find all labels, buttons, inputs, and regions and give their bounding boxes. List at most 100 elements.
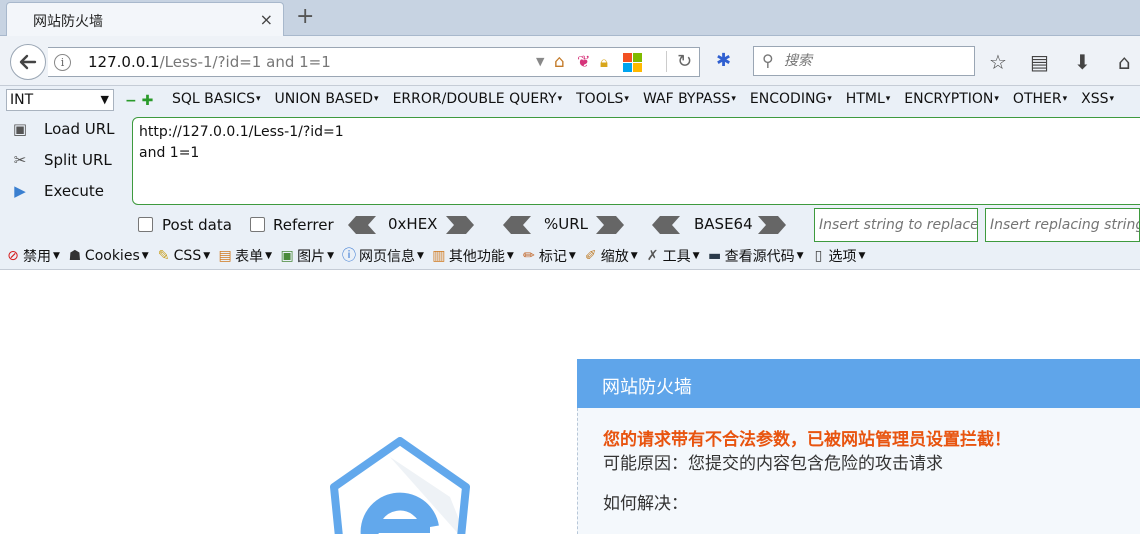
menu-error-double-query[interactable]: ERROR/DOUBLE QUERY bbox=[393, 91, 563, 107]
post-data-label: Post data bbox=[162, 216, 232, 234]
chevron-down-icon: ▼ bbox=[568, 250, 576, 261]
info-icon: ⓘ bbox=[341, 247, 356, 264]
puzzle-icon[interactable]: ✱ bbox=[716, 50, 731, 71]
chevron-down-icon: ▼ bbox=[53, 250, 60, 261]
tab-firewall[interactable]: 网站防火墙 × bbox=[6, 2, 284, 36]
chevron-down-icon: ▼ bbox=[630, 250, 638, 261]
chevron-down-icon: ▼ bbox=[327, 250, 334, 261]
dev-images-label: 图片 bbox=[297, 248, 326, 265]
close-icon[interactable]: × bbox=[260, 10, 273, 29]
url-text[interactable]: 127.0.0.1/Less-1/?id=1 and 1=1 bbox=[88, 53, 331, 71]
execute-label: Execute bbox=[44, 182, 104, 200]
dev-outline-menu[interactable]: ✏ 标记 ▼ bbox=[520, 246, 576, 266]
firewall-shield-icon bbox=[330, 437, 470, 534]
firewall-how-to-fix: 如何解决： bbox=[603, 494, 688, 514]
menu-encryption[interactable]: ENCRYPTION bbox=[904, 91, 999, 107]
wand-icon: ✎ bbox=[157, 247, 170, 264]
dev-tools-label: 工具 bbox=[662, 248, 691, 265]
dev-outline-label: 标记 bbox=[538, 248, 567, 265]
search-box[interactable]: ⚲ bbox=[753, 46, 975, 76]
replacing-string-input[interactable] bbox=[985, 208, 1140, 242]
url-encode-label: %URL bbox=[544, 215, 589, 233]
hex-decode-arrow-icon[interactable] bbox=[348, 216, 376, 234]
url-host: 127.0.0.1 bbox=[88, 53, 160, 71]
chevron-down-icon: ▼ bbox=[265, 250, 273, 261]
options-icon: ▯ bbox=[814, 247, 823, 264]
injection-type-select[interactable]: INT ▼ bbox=[6, 89, 114, 111]
info-icon[interactable]: i bbox=[54, 54, 71, 71]
clipboard-icon: ▤ bbox=[218, 247, 232, 264]
tab-title: 网站防火墙 bbox=[33, 14, 103, 30]
reading-list-icon[interactable]: ▤ bbox=[1030, 50, 1049, 74]
dev-page-info-label: 网页信息 bbox=[358, 248, 415, 265]
dev-options-menu[interactable]: ▯ 选项 ▼ bbox=[810, 246, 866, 266]
scissors-icon: ✂ bbox=[13, 151, 27, 169]
lock-icon[interactable]: 🔒︎ bbox=[600, 52, 620, 72]
pencil-icon: ✏ bbox=[522, 247, 535, 264]
base64-decode-arrow-icon[interactable] bbox=[652, 216, 680, 234]
menu-encoding[interactable]: ENCODING bbox=[750, 91, 832, 107]
box-icon: ▥ bbox=[432, 247, 446, 264]
navigation-bar: i 127.0.0.1/Less-1/?id=1 and 1=1 ▼ ⌂ ❦ 🔒… bbox=[0, 36, 1140, 86]
url-decode-arrow-icon[interactable] bbox=[503, 216, 531, 234]
ruler-icon: ✐ bbox=[584, 247, 597, 264]
download-icon[interactable]: ⬇ bbox=[1074, 50, 1091, 74]
base64-encode-arrow-icon[interactable] bbox=[758, 216, 786, 234]
disable-icon: ⊘ bbox=[7, 247, 19, 264]
back-button[interactable] bbox=[10, 44, 46, 80]
dev-misc-label: 其他功能 bbox=[448, 248, 505, 265]
post-data-checkbox[interactable] bbox=[138, 217, 153, 232]
chevron-down-icon: ▼ bbox=[858, 250, 866, 261]
search-input[interactable] bbox=[784, 51, 969, 71]
history-dropdown-icon[interactable]: ▼ bbox=[536, 55, 544, 68]
home-icon[interactable]: ⌂ bbox=[554, 52, 574, 72]
chevron-down-icon: ▼ bbox=[416, 250, 424, 261]
url-encode-arrow-icon[interactable] bbox=[596, 216, 624, 234]
menu-other[interactable]: OTHER bbox=[1013, 91, 1067, 107]
new-tab-button[interactable]: + bbox=[296, 4, 314, 29]
firewall-reason: 可能原因：您提交的内容包含危险的攻击请求 bbox=[603, 454, 943, 474]
dev-images-menu[interactable]: ▣ 图片 ▼ bbox=[278, 246, 334, 266]
dev-misc-menu[interactable]: ▥ 其他功能 ▼ bbox=[430, 246, 514, 266]
lips-icon[interactable]: ❦ bbox=[577, 52, 597, 72]
address-bar[interactable]: i 127.0.0.1/Less-1/?id=1 and 1=1 ▼ ⌂ ❦ 🔒… bbox=[48, 47, 700, 77]
home-button-icon[interactable]: ⌂ bbox=[1118, 50, 1131, 74]
chevron-down-icon: ▼ bbox=[141, 250, 149, 261]
decrease-increase-icon[interactable]: − ✚ bbox=[125, 93, 153, 109]
dev-cookies-menu[interactable]: ☗ Cookies ▼ bbox=[66, 247, 149, 265]
search-icon: ⚲ bbox=[762, 51, 774, 70]
dev-disable-menu[interactable]: ⊘ 禁用 ▼ bbox=[4, 246, 60, 266]
referrer-checkbox[interactable] bbox=[250, 217, 265, 232]
menu-xss[interactable]: XSS bbox=[1081, 91, 1114, 107]
load-url-button[interactable]: ▣ Load URL bbox=[8, 117, 128, 143]
image-icon: ▣ bbox=[280, 247, 294, 264]
hex-encode-arrow-icon[interactable] bbox=[446, 216, 474, 234]
menu-sql-basics[interactable]: SQL BASICS bbox=[172, 91, 261, 107]
firewall-panel: 网站防火墙 您的请求带有不合法参数，已被网站管理员设置拦截！ 可能原因：您提交的… bbox=[577, 359, 1140, 534]
dev-page-info-menu[interactable]: ⓘ 网页信息 ▼ bbox=[340, 246, 424, 266]
hackbar-url-textarea[interactable] bbox=[132, 117, 1140, 205]
split-url-button[interactable]: ✂ Split URL bbox=[8, 148, 128, 174]
dev-tools-menu[interactable]: ✗ 工具 ▼ bbox=[644, 246, 700, 266]
execute-button[interactable]: ▶ Execute bbox=[8, 179, 128, 205]
insert-string-input[interactable] bbox=[814, 208, 978, 242]
dev-view-source-menu[interactable]: ▬ 查看源代码 ▼ bbox=[706, 246, 804, 266]
dev-view-source-label: 查看源代码 bbox=[724, 248, 795, 265]
dev-forms-menu[interactable]: ▤ 表单 ▼ bbox=[216, 246, 273, 266]
menu-html[interactable]: HTML bbox=[846, 91, 891, 107]
windows-icon[interactable] bbox=[623, 52, 643, 72]
menu-union-based[interactable]: UNION BASED bbox=[275, 91, 379, 107]
hex-label: 0xHEX bbox=[388, 215, 438, 233]
chevron-down-icon: ▼ bbox=[692, 250, 700, 261]
dev-resize-menu[interactable]: ✐ 缩放 ▼ bbox=[582, 246, 638, 266]
menu-waf-bypass[interactable]: WAF BYPASS bbox=[643, 91, 736, 107]
dev-forms-label: 表单 bbox=[235, 248, 264, 265]
dev-css-menu[interactable]: ✎ CSS ▼ bbox=[155, 247, 210, 265]
referrer-label: Referrer bbox=[273, 216, 334, 234]
bookmark-star-icon[interactable]: ☆ bbox=[989, 50, 1007, 74]
dev-disable-label: 禁用 bbox=[23, 248, 51, 265]
reload-icon[interactable]: ↻ bbox=[666, 51, 692, 72]
menu-tools[interactable]: TOOLS bbox=[576, 91, 629, 107]
firewall-body: 您的请求带有不合法参数，已被网站管理员设置拦截！ 可能原因：您提交的内容包含危险… bbox=[577, 408, 1140, 534]
dev-options-label: 选项 bbox=[828, 248, 857, 265]
